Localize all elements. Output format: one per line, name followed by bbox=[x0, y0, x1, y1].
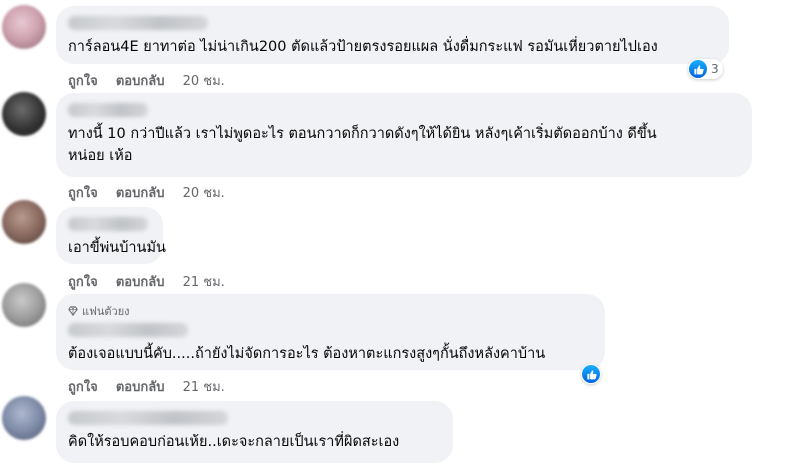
commenter-name-blurred[interactable] bbox=[68, 411, 228, 425]
reaction-summary[interactable] bbox=[581, 364, 601, 384]
comment-bubble: เอาขี้พ่นบ้านมัน bbox=[56, 207, 166, 264]
avatar[interactable] bbox=[2, 5, 46, 49]
comment-text-line-1: ทางนี้ 10 กว่าปีแล้ว เราไม่พูดอะไร ตอนกว… bbox=[68, 126, 657, 142]
like-link[interactable]: ถูกใจ bbox=[68, 275, 98, 290]
commenter-name-blurred[interactable] bbox=[68, 16, 208, 30]
badge-label: แฟนตัวยง bbox=[82, 305, 130, 318]
like-link[interactable]: ถูกใจ bbox=[68, 380, 98, 395]
avatar[interactable] bbox=[2, 92, 46, 136]
comment-bubble: ทางนี้ 10 กว่าปีแล้ว เราไม่พูดอะไร ตอนกว… bbox=[56, 93, 752, 177]
comment-actions: ถูกใจ ตอบกลับ 20 ชม. bbox=[68, 70, 239, 91]
like-link[interactable]: ถูกใจ bbox=[68, 186, 98, 201]
reply-link[interactable]: ตอบกลับ bbox=[116, 275, 165, 290]
reply-link[interactable]: ตอบกลับ bbox=[116, 380, 165, 395]
comment-text: คิดให้รอบคอบก่อนเห้ย..เดะจะกลายเป็นเราที… bbox=[68, 434, 400, 450]
comment-text-line-2: หน่อย เห้อ bbox=[68, 148, 133, 164]
comment-text: เอาขี้พ่นบ้านมัน bbox=[68, 240, 166, 256]
reply-link[interactable]: ตอบกลับ bbox=[116, 74, 165, 89]
timestamp[interactable]: 20 ชม. bbox=[183, 74, 225, 89]
timestamp[interactable]: 21 ชม. bbox=[183, 380, 225, 395]
commenter-name-blurred[interactable] bbox=[68, 217, 148, 231]
comment-bubble: การ์ลอน4E ยาทาต่อ ไม่น่าเกิน200 ตัดแล้วป… bbox=[56, 6, 729, 64]
comment-bubble: คิดให้รอบคอบก่อนเห้ย..เดะจะกลายเป็นเราที… bbox=[56, 401, 453, 463]
reaction-summary[interactable]: 3 bbox=[688, 59, 723, 79]
top-fan-badge[interactable]: แฟนตัวยง bbox=[68, 302, 593, 320]
avatar[interactable] bbox=[2, 396, 46, 440]
comment-text: การ์ลอน4E ยาทาต่อ ไม่น่าเกิน200 ตัดแล้วป… bbox=[68, 39, 658, 55]
avatar[interactable] bbox=[2, 283, 46, 327]
like-thumb-icon bbox=[689, 60, 707, 78]
commenter-name-blurred[interactable] bbox=[68, 103, 148, 117]
reply-link[interactable]: ตอบกลับ bbox=[116, 186, 165, 201]
commenter-name-blurred[interactable] bbox=[68, 323, 188, 337]
like-link[interactable]: ถูกใจ bbox=[68, 74, 98, 89]
comment-actions: ถูกใจ ตอบกลับ 21 ชม. bbox=[68, 376, 239, 397]
diamond-icon bbox=[68, 306, 78, 316]
avatar[interactable] bbox=[2, 200, 46, 244]
comment-text: ต้องเจอแบบนี้คับ.....ถ้ายังไม่จัดการอะไร… bbox=[68, 346, 546, 362]
comment-bubble: แฟนตัวยง ต้องเจอแบบนี้คับ.....ถ้ายังไม่จ… bbox=[56, 294, 605, 370]
comment-actions: ถูกใจ ตอบกลับ 21 ชม. bbox=[68, 271, 239, 292]
like-thumb-icon bbox=[582, 365, 600, 383]
reaction-count: 3 bbox=[711, 62, 719, 76]
timestamp[interactable]: 21 ชม. bbox=[183, 275, 225, 290]
comment-actions: ถูกใจ ตอบกลับ 20 ชม. bbox=[68, 182, 239, 203]
timestamp[interactable]: 20 ชม. bbox=[183, 186, 225, 201]
